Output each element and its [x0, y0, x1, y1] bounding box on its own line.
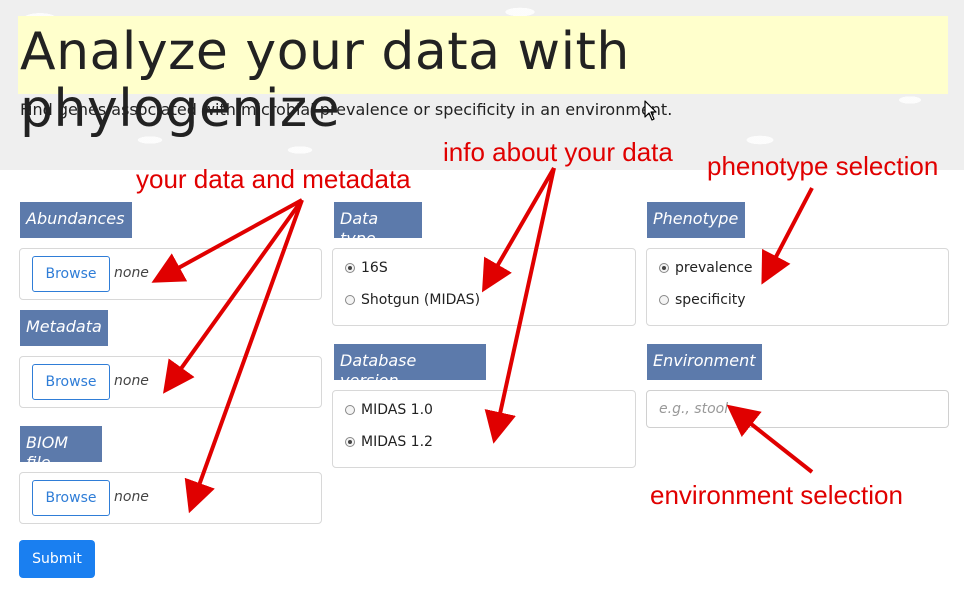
database-version-option-label: MIDAS 1.0: [361, 402, 433, 418]
phenotype-option-specificity[interactable]: specificity: [659, 290, 746, 310]
radio-icon[interactable]: [345, 405, 355, 415]
data-type-option-label: 16S: [361, 260, 388, 276]
phenotype-option-label: specificity: [675, 292, 746, 308]
environment-label: Environment: [647, 344, 762, 380]
data-type-box: 16S Shotgun (MIDAS): [332, 248, 636, 326]
annotation-phenotype: phenotype selection: [707, 151, 939, 181]
database-version-option-1-2[interactable]: MIDAS 1.2: [345, 432, 433, 452]
phenotype-box: prevalence specificity: [646, 248, 949, 326]
metadata-label: Metadata: [20, 310, 108, 346]
data-type-option-shotgun[interactable]: Shotgun (MIDAS): [345, 290, 480, 310]
phenotype-option-label: prevalence: [675, 260, 753, 276]
annotation-data-metadata: your data and metadata: [136, 164, 411, 194]
submit-button[interactable]: Submit: [19, 540, 95, 578]
phenotype-label: Phenotype: [647, 202, 745, 238]
radio-icon[interactable]: [345, 295, 355, 305]
metadata-browse-button[interactable]: Browse: [32, 364, 110, 400]
database-version-label: Database version: [334, 344, 486, 390]
abundances-browse-button[interactable]: Browse: [32, 256, 110, 292]
data-type-option-label: Shotgun (MIDAS): [361, 292, 481, 308]
phenotype-option-prevalence[interactable]: prevalence: [659, 258, 753, 278]
radio-icon[interactable]: [345, 437, 355, 447]
radio-icon[interactable]: [345, 263, 355, 273]
biom-browse-button[interactable]: Browse: [32, 480, 110, 516]
biom-file-box: Browse none: [19, 472, 322, 524]
database-version-option-1-0[interactable]: MIDAS 1.0: [345, 400, 433, 420]
abundances-label: Abundances: [20, 202, 132, 238]
radio-icon[interactable]: [659, 295, 669, 305]
biom-label: BIOM file: [20, 426, 102, 472]
data-type-option-16s[interactable]: 16S: [345, 258, 388, 278]
annotation-arrow: [184, 199, 304, 514]
database-version-box: MIDAS 1.0 MIDAS 1.2: [332, 390, 636, 468]
radio-icon[interactable]: [659, 263, 669, 273]
mouse-cursor-icon: [644, 100, 657, 121]
biom-file-name: none: [114, 489, 149, 505]
environment-input[interactable]: [646, 390, 949, 428]
annotation-info: info about your data: [443, 137, 673, 167]
database-version-option-label: MIDAS 1.2: [361, 434, 433, 450]
metadata-file-box: Browse none: [19, 356, 322, 408]
abundances-file-name: none: [114, 265, 149, 281]
page-title: Analyze your data with phylogenize: [20, 22, 630, 140]
data-type-label: Data type: [334, 202, 422, 248]
page-subtitle: Find genes associated with microbial pre…: [20, 100, 673, 119]
abundances-file-box: Browse none: [19, 248, 322, 300]
annotation-environment: environment selection: [650, 480, 903, 510]
metadata-file-name: none: [114, 373, 149, 389]
